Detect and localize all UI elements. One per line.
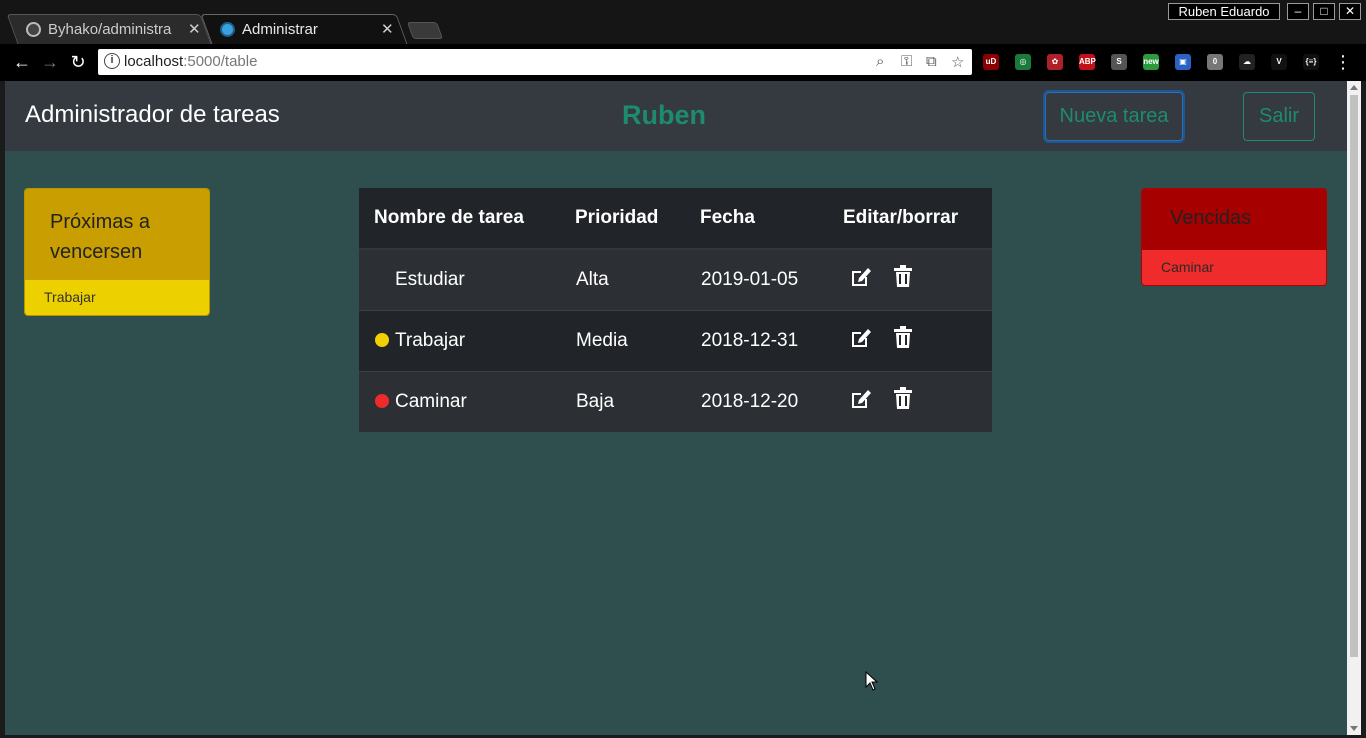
column-header-name: Nombre de tarea (359, 188, 560, 250)
window-close-icon[interactable]: ✕ (1339, 3, 1361, 20)
profile-name[interactable]: Ruben Eduardo (1168, 3, 1280, 20)
close-icon[interactable]: ✕ (188, 20, 201, 38)
forward-icon[interactable]: → (38, 50, 62, 74)
puzzle-extension-icon[interactable]: ✿ (1047, 54, 1063, 70)
mouse-cursor-icon (865, 671, 879, 691)
page-content: Administrador de tareas Ruben Nueva tare… (5, 81, 1347, 735)
edit-icon[interactable] (849, 387, 873, 409)
key-icon[interactable]: ⚿ (901, 53, 912, 70)
site-info-icon[interactable]: i (104, 53, 120, 69)
zero-extension-icon[interactable]: 0 (1207, 54, 1223, 70)
tab-title: Administrar (242, 21, 318, 38)
task-name: Trabajar (395, 329, 466, 351)
column-header-priority: Prioridad (560, 188, 685, 250)
json-extension-icon[interactable]: {≡} (1303, 54, 1319, 70)
cloud-extension-icon[interactable]: ☁ (1239, 54, 1255, 70)
status-dot (375, 393, 389, 408)
task-name-cell: Caminar (359, 370, 560, 432)
adblock-plus-icon[interactable]: ABP (1079, 54, 1096, 70)
task-date: 2019-01-05 (685, 248, 828, 310)
new-extension-icon[interactable]: new (1143, 54, 1159, 70)
table-row: Trabajar Media 2018-12-31 (359, 309, 992, 371)
back-icon[interactable]: ← (10, 50, 34, 74)
url-text: localhost:5000/table (124, 53, 257, 70)
status-dot (375, 332, 389, 347)
scrollbar-thumb[interactable] (1350, 95, 1358, 657)
tasks-table: Nombre de tarea Prioridad Fecha Editar/b… (359, 188, 992, 432)
table-header-row: Nombre de tarea Prioridad Fecha Editar/b… (359, 188, 992, 250)
task-priority: Media (560, 309, 685, 371)
table-row: Estudiar Alta 2019-01-05 (359, 248, 992, 310)
reload-icon[interactable]: ↻ (66, 50, 90, 74)
trash-icon[interactable] (893, 264, 913, 287)
upcoming-tasks-card: Próximas a vencersen Trabajar (24, 188, 210, 316)
tab-title: Byhako/administra (48, 21, 172, 38)
task-name-cell: Estudiar (359, 248, 560, 310)
zoom-icon[interactable]: ⌕ (876, 53, 884, 70)
task-name: Estudiar (395, 268, 465, 290)
scroll-down-icon[interactable] (1350, 726, 1358, 731)
ublock-origin-icon[interactable]: uD (983, 54, 999, 70)
table-row: Caminar Baja 2018-12-20 (359, 370, 992, 432)
new-tab-button[interactable] (406, 22, 444, 39)
trash-icon[interactable] (893, 386, 913, 409)
browser-tab-github[interactable]: Byhako/administra ✕ (6, 14, 212, 44)
app-favicon-icon (220, 22, 235, 37)
bookmark-star-icon[interactable]: ☆ (951, 53, 964, 71)
minimize-icon[interactable]: – (1287, 3, 1309, 20)
username-label: Ruben (622, 100, 706, 130)
new-task-button[interactable]: Nueva tarea (1045, 92, 1183, 141)
vue-devtools-icon[interactable]: V (1271, 54, 1287, 70)
url-host: localhost (124, 53, 184, 70)
github-icon (26, 22, 41, 37)
column-header-date: Fecha (685, 188, 828, 250)
upcoming-card-title: Próximas a vencersen (25, 189, 209, 280)
task-name: Caminar (395, 390, 467, 412)
task-date: 2018-12-20 (685, 370, 828, 432)
url-path: :5000/table (183, 53, 258, 70)
browser-tab-administrar[interactable]: Administrar ✕ (200, 14, 408, 44)
task-actions (828, 309, 992, 371)
maximize-icon[interactable]: □ (1313, 3, 1335, 20)
menu-icon[interactable]: ⋮ (1331, 50, 1355, 74)
edit-icon[interactable] (849, 265, 873, 287)
target-extension-icon[interactable]: ◎ (1015, 54, 1031, 70)
logout-button[interactable]: Salir (1243, 92, 1315, 141)
edit-icon[interactable] (849, 326, 873, 348)
book-extension-icon[interactable]: ▣ (1175, 54, 1191, 70)
overdue-tasks-card: Vencidas Caminar (1141, 188, 1327, 286)
s-extension-icon[interactable]: S (1111, 54, 1127, 70)
task-actions (828, 370, 992, 432)
overdue-task-item: Caminar (1142, 250, 1326, 285)
page-scrollbar[interactable] (1347, 81, 1361, 735)
column-header-actions: Editar/borrar (828, 188, 992, 250)
task-actions (828, 248, 992, 310)
browser-titlebar: Byhako/administra ✕ Administrar ✕ Ruben … (0, 0, 1366, 44)
task-name-cell: Trabajar (359, 309, 560, 371)
address-bar[interactable]: i localhost:5000/table ⌕ ⚿ ⧉ ☆ (98, 49, 972, 75)
task-date: 2018-12-31 (685, 309, 828, 371)
overdue-card-title: Vencidas (1142, 189, 1326, 250)
trash-icon[interactable] (893, 325, 913, 348)
close-icon[interactable]: ✕ (381, 20, 394, 38)
task-priority: Baja (560, 370, 685, 432)
app-brand[interactable]: Administrador de tareas (25, 101, 280, 129)
task-priority: Alta (560, 248, 685, 310)
app-navbar: Administrador de tareas Ruben Nueva tare… (5, 81, 1347, 151)
browser-toolbar: ← → ↻ i localhost:5000/table ⌕ ⚿ ⧉ ☆ ⋮ u… (0, 44, 1366, 81)
upcoming-task-item: Trabajar (25, 280, 209, 315)
scroll-up-icon[interactable] (1350, 85, 1358, 90)
translate-icon[interactable]: ⧉ (926, 53, 937, 70)
